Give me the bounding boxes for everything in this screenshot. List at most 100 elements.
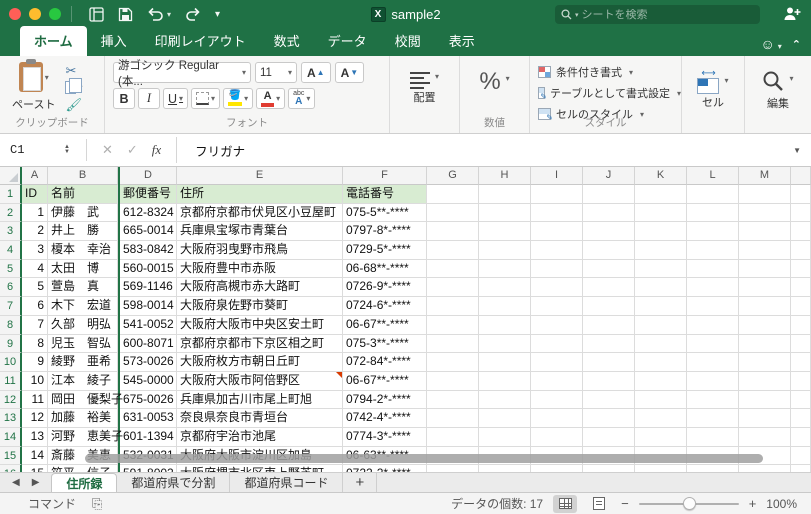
cell[interactable]	[791, 259, 811, 279]
cell[interactable]	[687, 185, 739, 204]
cell[interactable]	[479, 222, 531, 242]
cell[interactable]	[531, 334, 583, 354]
cell[interactable]: 河野 恵美子	[48, 427, 123, 447]
cell[interactable]	[791, 222, 811, 242]
cell[interactable]	[739, 185, 791, 204]
cell[interactable]	[427, 427, 479, 447]
cell[interactable]: 郵便番号	[120, 185, 177, 204]
cell[interactable]: 06-67**-****	[343, 315, 427, 335]
name-box-stepper[interactable]: ▲ ▼	[64, 144, 70, 155]
cell[interactable]	[635, 241, 687, 260]
cell[interactable]: 伊藤 武	[48, 203, 118, 223]
cell[interactable]: 15	[22, 465, 48, 472]
cell[interactable]	[739, 259, 791, 279]
cell[interactable]: 兵庫県宝塚市青葉台	[177, 222, 343, 242]
cell[interactable]	[739, 353, 791, 372]
cell[interactable]: 電話番号	[343, 185, 427, 204]
column-header-l[interactable]: L	[687, 167, 739, 185]
cell[interactable]: 榎本 幸治	[48, 241, 118, 260]
cell[interactable]	[791, 334, 811, 354]
editing-button[interactable]: ▾	[745, 62, 811, 95]
zoom-out-button[interactable]: −	[621, 496, 629, 511]
cell[interactable]	[687, 203, 739, 223]
cell[interactable]	[479, 278, 531, 298]
column-header-a[interactable]: A	[22, 167, 48, 185]
column-header-m[interactable]: M	[739, 167, 791, 185]
cell[interactable]: 京都府宇治市池尾	[177, 427, 343, 447]
cell[interactable]	[791, 409, 811, 428]
cell[interactable]	[479, 390, 531, 410]
cell[interactable]: 06-67**-****	[343, 371, 427, 391]
cell[interactable]: 13	[22, 427, 48, 447]
alignment-button[interactable]: ▾	[390, 62, 459, 89]
fullscreen-button[interactable]	[49, 8, 61, 20]
cell[interactable]: 11	[22, 390, 48, 410]
cell[interactable]	[791, 203, 811, 223]
cell[interactable]	[427, 222, 479, 242]
cell[interactable]	[479, 409, 531, 428]
cell[interactable]	[531, 371, 583, 391]
cell[interactable]: 京都府京都市伏見区小豆屋町	[177, 203, 343, 223]
cell[interactable]	[531, 297, 583, 316]
column-header-d[interactable]: D	[120, 167, 177, 185]
increase-font-button[interactable]: A ▲	[301, 62, 331, 83]
fill-color-dropdown-icon[interactable]: ▾	[244, 94, 248, 103]
cell[interactable]	[531, 427, 583, 447]
cell[interactable]	[531, 203, 583, 223]
cell[interactable]: 萱島 真	[48, 278, 118, 298]
close-button[interactable]	[9, 8, 21, 20]
cell[interactable]: 075-5**-****	[343, 203, 427, 223]
cell[interactable]	[739, 297, 791, 316]
cell[interactable]	[739, 222, 791, 242]
cell[interactable]: 大阪府堺市北区東上野芝町	[177, 465, 343, 472]
cell[interactable]	[531, 222, 583, 242]
cell[interactable]: 0722-2*-****	[343, 465, 427, 472]
cell[interactable]	[427, 315, 479, 335]
cell[interactable]	[583, 222, 635, 242]
number-dropdown-icon[interactable]: ▾	[506, 74, 510, 83]
cell[interactable]	[687, 427, 739, 447]
cell[interactable]	[635, 203, 687, 223]
copy-icon[interactable]	[65, 78, 83, 94]
cell[interactable]	[583, 390, 635, 410]
cell[interactable]	[791, 446, 811, 466]
bold-button[interactable]: B	[113, 88, 135, 109]
tab-data[interactable]: データ	[314, 26, 381, 56]
sheet-next-icon[interactable]: ▶	[32, 477, 40, 488]
row-header-5[interactable]: 5	[0, 259, 22, 279]
cell[interactable]: 大阪府高槻市赤大路町	[177, 278, 343, 298]
cell[interactable]	[427, 241, 479, 260]
format-painter-icon[interactable]: 🖌	[65, 97, 82, 113]
cell[interactable]	[791, 297, 811, 316]
font-color-button[interactable]: A ▾	[256, 88, 286, 109]
cell[interactable]	[635, 353, 687, 372]
text-effects-dropdown-icon[interactable]: ▾	[306, 94, 310, 103]
cell[interactable]	[531, 390, 583, 410]
cell[interactable]: 久部 明弘	[48, 315, 118, 335]
collapse-ribbon-icon[interactable]: ⌃	[792, 38, 801, 51]
cell[interactable]	[739, 334, 791, 354]
cell[interactable]	[583, 315, 635, 335]
cell[interactable]	[687, 465, 739, 472]
row-header-9[interactable]: 9	[0, 334, 22, 354]
cell[interactable]	[427, 259, 479, 279]
cell[interactable]	[531, 465, 583, 472]
page-layout-view-button[interactable]	[587, 495, 611, 513]
font-color-dropdown-icon[interactable]: ▾	[276, 94, 280, 103]
tab-home[interactable]: ホーム	[20, 26, 87, 56]
column-header-f[interactable]: F	[343, 167, 427, 185]
cell[interactable]	[427, 334, 479, 354]
cell[interactable]	[687, 353, 739, 372]
cell[interactable]: 569-1146	[120, 278, 177, 298]
cell[interactable]	[531, 259, 583, 279]
cell[interactable]: 573-0026	[120, 353, 177, 372]
column-header-h[interactable]: H	[479, 167, 531, 185]
row-header-11[interactable]: 11	[0, 371, 22, 391]
row-header-8[interactable]: 8	[0, 315, 22, 335]
cell[interactable]: 京都府京都市下京区相之町	[177, 334, 343, 354]
cell[interactable]	[479, 297, 531, 316]
cell[interactable]	[583, 371, 635, 391]
cell[interactable]: 0726-9*-****	[343, 278, 427, 298]
cell[interactable]	[583, 465, 635, 472]
row-header-12[interactable]: 12	[0, 390, 22, 410]
